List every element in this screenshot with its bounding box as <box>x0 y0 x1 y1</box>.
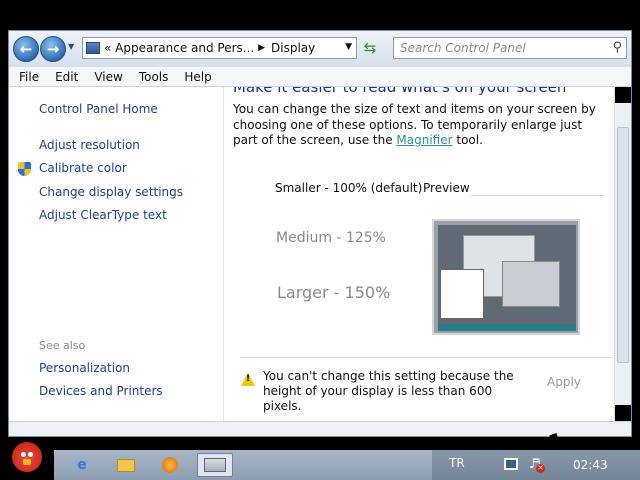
breadcrumb-overflow-icon[interactable]: « <box>104 41 115 55</box>
start-button[interactable] <box>0 438 54 480</box>
media-player-icon <box>162 457 178 473</box>
adjust-cleartype-link[interactable]: Adjust ClearType text <box>39 208 167 222</box>
notification-area: TR ♬ ✕ 02:43 <box>432 450 640 480</box>
muted-badge-icon: ✕ <box>536 464 545 473</box>
refresh-button[interactable]: ⇆ <box>360 38 380 58</box>
preview-label: Preview <box>423 181 470 195</box>
display-preview-image <box>432 219 580 335</box>
option-smaller-100[interactable]: Smaller - 100% (default) <box>275 181 422 195</box>
address-bar[interactable]: « Appearance and Pers... ▶ Display ▼ <box>82 37 357 59</box>
control-panel-taskbar-button[interactable] <box>197 453 233 477</box>
change-display-settings-link[interactable]: Change display settings <box>39 185 183 199</box>
preview-desktop <box>438 225 576 331</box>
adjust-resolution-link[interactable]: Adjust resolution <box>39 138 140 152</box>
breadcrumb-item-appearance[interactable]: Appearance and Pers... <box>115 41 254 55</box>
bird-beak <box>23 459 31 465</box>
section-divider <box>240 357 612 358</box>
bird-eye <box>21 452 26 457</box>
preview-divider <box>471 195 604 196</box>
preview-window <box>440 269 484 319</box>
menu-file[interactable]: File <box>9 70 45 84</box>
status-bar <box>9 421 631 436</box>
menu-view[interactable]: View <box>84 70 128 84</box>
content-area: Control Panel Home Adjust resolution Cal… <box>9 87 631 421</box>
clock[interactable]: 02:43 <box>573 458 608 472</box>
back-button[interactable]: ← <box>13 36 39 62</box>
windows-explorer-icon <box>117 458 135 472</box>
address-dropdown-icon[interactable]: ▼ <box>345 42 352 52</box>
left-task-pane: Control Panel Home Adjust resolution Cal… <box>9 87 224 421</box>
menu-help[interactable]: Help <box>174 70 217 84</box>
page-title: Make it easier to read what's on your sc… <box>233 87 567 96</box>
warning-icon-mark: ! <box>245 374 251 384</box>
refresh-icon: ⇆ <box>363 39 377 57</box>
recent-pages-dropdown[interactable]: ▼ <box>68 42 78 54</box>
search-input[interactable] <box>398 39 603 57</box>
navigation-bar: ← → ▼ « Appearance and Pers... ▶ Display… <box>9 31 631 67</box>
warning-message: You can't change this setting because th… <box>263 369 514 413</box>
preview-window <box>502 261 560 307</box>
angry-bird-icon <box>12 442 42 472</box>
menu-bar: File Edit View Tools Help <box>9 67 631 87</box>
search-icon[interactable]: ⚲ <box>612 40 622 55</box>
breadcrumb-item-display[interactable]: Display <box>271 41 315 55</box>
option-larger-150[interactable]: Larger - 150% <box>277 283 390 302</box>
magnifier-link[interactable]: Magnifier <box>396 133 452 147</box>
main-pane: Make it easier to read what's on your sc… <box>224 87 614 421</box>
menu-tools[interactable]: Tools <box>129 70 175 84</box>
media-player-button[interactable] <box>152 453 188 477</box>
control-panel-icon <box>86 42 100 54</box>
personalization-link[interactable]: Personalization <box>39 361 130 375</box>
scroll-down-button[interactable] <box>615 405 631 421</box>
vertical-scrollbar[interactable] <box>614 87 631 421</box>
network-icon[interactable] <box>504 458 518 470</box>
scroll-up-button[interactable] <box>615 87 631 103</box>
back-arrow-icon: ← <box>19 40 33 58</box>
preview-taskbar <box>438 324 576 331</box>
see-also-heading: See also <box>39 339 86 352</box>
forward-button[interactable]: → <box>40 36 66 62</box>
taskbar: e TR ♬ ✕ 02:43 <box>0 450 640 480</box>
forward-arrow-icon: → <box>46 40 60 58</box>
bird-eye <box>28 452 33 457</box>
control-panel-home-link[interactable]: Control Panel Home <box>39 102 158 116</box>
breadcrumb-chevron-icon[interactable]: ▶ <box>255 43 265 53</box>
menu-edit[interactable]: Edit <box>45 70 84 84</box>
shield-icon <box>18 162 31 176</box>
apply-button[interactable]: Apply <box>537 373 591 391</box>
scroll-thumb[interactable] <box>617 127 629 363</box>
devices-printers-link[interactable]: Devices and Printers <box>39 384 163 398</box>
control-panel-window: ← → ▼ « Appearance and Pers... ▶ Display… <box>8 30 632 437</box>
language-indicator[interactable]: TR <box>449 456 465 470</box>
windows-explorer-button[interactable] <box>108 453 144 477</box>
calibrate-color-link[interactable]: Calibrate color <box>39 161 127 175</box>
control-panel-icon <box>204 458 226 472</box>
description-text-end: tool. <box>452 133 483 147</box>
option-medium-125[interactable]: Medium - 125% <box>276 230 386 246</box>
search-box[interactable]: ⚲ <box>393 37 627 59</box>
top-black-border <box>0 0 640 32</box>
internet-explorer-button[interactable]: e <box>64 453 100 477</box>
internet-explorer-icon: e <box>77 457 87 473</box>
page-description: You can change the size of text and item… <box>233 102 605 149</box>
